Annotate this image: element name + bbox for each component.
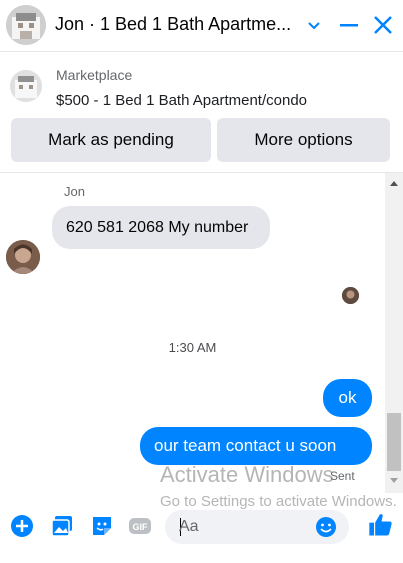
message-input[interactable] [179, 510, 309, 544]
person-photo [6, 240, 40, 274]
message-input-wrapper[interactable] [165, 510, 349, 544]
message-status: Sent [330, 469, 355, 483]
house-image [10, 70, 42, 102]
emoji-icon[interactable] [315, 516, 337, 538]
listing-thumbnail[interactable] [10, 70, 42, 102]
message-composer: GIF [0, 493, 403, 563]
photo-icon[interactable] [50, 514, 74, 538]
message-thread: Jon 620 581 2068 My number 1:30 AM ok ou… [0, 173, 385, 493]
plus-circle-icon[interactable] [10, 514, 34, 538]
outgoing-message[interactable]: ok [323, 379, 372, 417]
more-options-button[interactable]: More options [217, 118, 390, 162]
thumbs-up-icon[interactable] [367, 511, 395, 539]
scroll-thumb[interactable] [387, 413, 401, 471]
read-receipt-avatar [342, 287, 359, 304]
sticker-icon[interactable] [90, 514, 114, 538]
close-icon[interactable] [372, 14, 394, 36]
message-timestamp: 1:30 AM [168, 340, 217, 355]
chat-scrollbar[interactable] [385, 173, 403, 493]
mark-as-pending-button[interactable]: Mark as pending [11, 118, 211, 162]
outgoing-message[interactable]: our team contact u soon [140, 427, 372, 465]
sender-avatar[interactable] [6, 240, 40, 274]
scroll-down-arrow-icon[interactable] [390, 478, 398, 483]
scroll-up-arrow-icon[interactable] [390, 181, 398, 186]
person-photo-small [342, 287, 359, 304]
incoming-message[interactable]: 620 581 2068 My number [52, 206, 270, 249]
listing-title[interactable]: $500 - 1 Bed 1 Bath Apartment/condo [56, 92, 307, 109]
sender-name: Jon [64, 184, 85, 199]
chat-header: Jon · 1 Bed 1 Bath Apartme... [0, 0, 403, 52]
listing-house-image [6, 5, 46, 45]
minimize-icon[interactable] [338, 14, 360, 36]
svg-text:GIF: GIF [133, 522, 149, 532]
chat-title[interactable]: Jon · 1 Bed 1 Bath Apartme... [55, 14, 300, 35]
listing-source-label: Marketplace [56, 67, 133, 83]
contact-avatar[interactable] [6, 5, 46, 45]
gif-icon[interactable]: GIF [128, 514, 152, 538]
chevron-down-icon[interactable] [305, 16, 323, 34]
